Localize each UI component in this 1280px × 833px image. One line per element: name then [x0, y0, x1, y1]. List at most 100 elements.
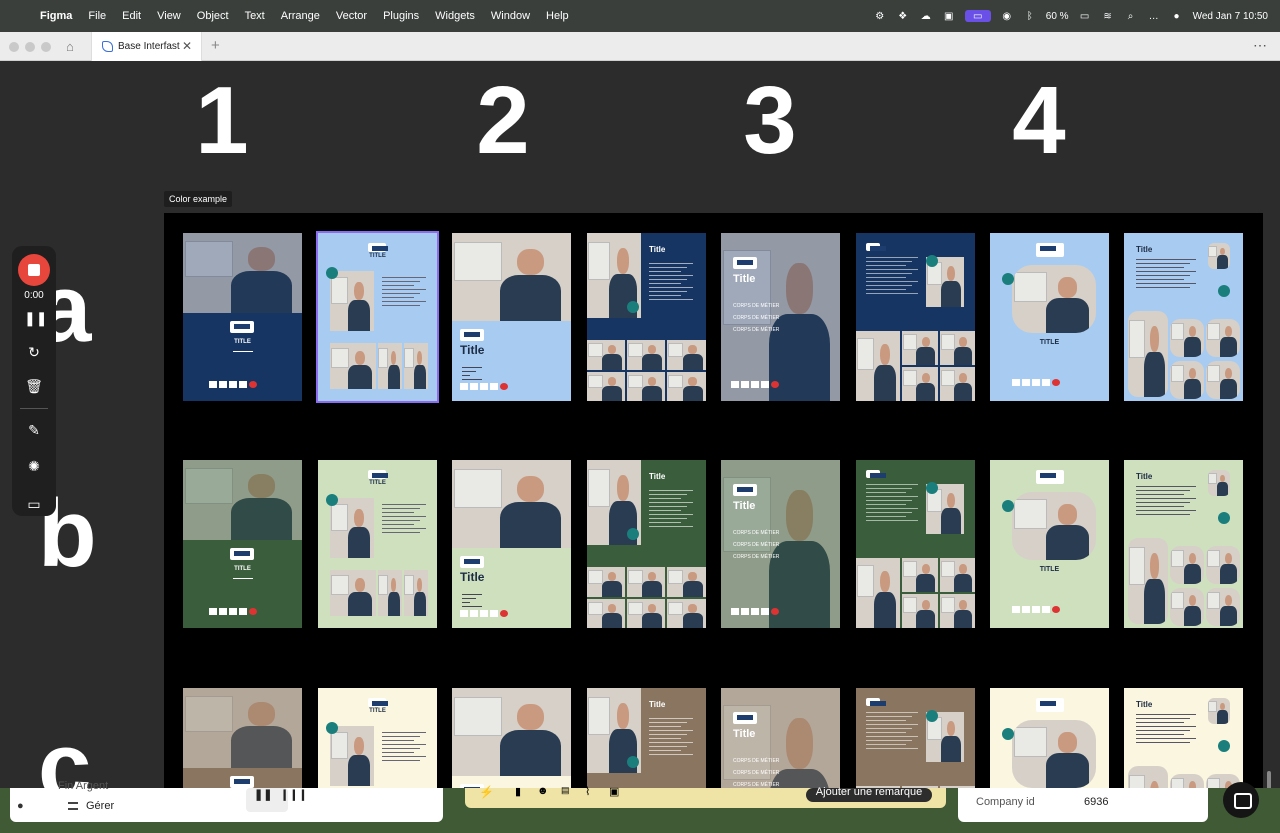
design-card-a-3[interactable]: Title [452, 233, 571, 401]
grid-view-icon[interactable]: ❙❙❙ [280, 788, 308, 801]
menu-help[interactable]: Help [546, 10, 569, 22]
menu-vector[interactable]: Vector [336, 10, 367, 22]
card-title: TITLE [369, 253, 386, 259]
menu-arrange[interactable]: Arrange [281, 10, 320, 22]
chat-icon[interactable] [1223, 782, 1259, 818]
grid-photo-1 [856, 558, 900, 628]
close-tab-icon[interactable]: ✕ [182, 39, 192, 53]
design-card-a-1[interactable]: TITLE [183, 233, 302, 401]
photo-ac-unit [1170, 549, 1185, 567]
design-card-a-4[interactable]: Title [587, 233, 706, 401]
control-center-icon[interactable]: ● [1170, 10, 1184, 22]
home-icon[interactable]: ⌂ [66, 39, 82, 55]
screen-icon[interactable]: ▣ [942, 10, 956, 22]
hero-photo [183, 688, 302, 768]
attach-icon[interactable]: ⌇ [585, 785, 590, 798]
design-card-c-2[interactable]: TITLE [318, 688, 437, 788]
photo-person-body [916, 574, 936, 592]
frame-label[interactable]: Color example [164, 191, 233, 207]
scrollbar-thumb[interactable] [1267, 771, 1271, 788]
screen-recording-icon[interactable]: ▭ [964, 10, 991, 22]
menu-plugins[interactable]: Plugins [383, 10, 419, 22]
design-card-c-5[interactable]: Title CORPS DE MÉTIER CORPS DE MÉTIER CORPS… [721, 688, 840, 788]
photo-person-body [682, 385, 703, 401]
cloud-icon[interactable]: ☁ [919, 10, 933, 22]
design-card-c-6[interactable] [856, 688, 975, 788]
design-card-b-5[interactable]: Title CORPS DE MÉTIER CORPS DE MÉTIER CORPS… [721, 460, 840, 628]
photo-person-head [688, 572, 698, 582]
camera-icon[interactable]: ▭ [24, 494, 44, 514]
bookmark-icon[interactable]: ▮ [515, 785, 521, 798]
color-example-frame[interactable]: TITLE TITLE Title Title Title CORPS DE MÉTIER… [164, 213, 1263, 788]
text-line [382, 289, 426, 290]
design-card-a-7[interactable]: TITLE [990, 233, 1109, 401]
menu-view[interactable]: View [157, 10, 181, 22]
close-window-dot[interactable] [9, 42, 19, 52]
bluetooth-icon[interactable]: ᛒ [1023, 10, 1037, 22]
design-card-a-5[interactable]: Title CORPS DE MÉTIER CORPS DE MÉTIER CORPS… [721, 233, 840, 401]
grid-photo-3 [667, 567, 706, 597]
menu-object[interactable]: Object [197, 10, 229, 22]
gerer-button[interactable]: Gérer [86, 800, 114, 812]
photo-person-body [347, 526, 371, 558]
lightning-icon[interactable]: ⚡ [479, 785, 494, 799]
minimize-window-dot[interactable] [25, 42, 35, 52]
pause-icon[interactable]: ❚❚ [24, 308, 47, 328]
design-card-b-3[interactable]: Title [452, 460, 571, 628]
menu-edit[interactable]: Edit [122, 10, 141, 22]
design-card-b-7[interactable]: TITLE [990, 460, 1109, 628]
menu-file[interactable]: File [88, 10, 106, 22]
pen-icon[interactable]: ✎ [24, 420, 44, 440]
gif-icon[interactable]: ▤ [561, 785, 570, 796]
emoji-icon[interactable]: ☻ [537, 785, 549, 797]
more-options-icon[interactable]: ⋯ [1253, 37, 1268, 54]
user-settings-icon[interactable]: ● [17, 800, 24, 812]
battery-icon[interactable]: ▭ [1078, 10, 1092, 22]
design-card-c-3[interactable]: Title [452, 688, 571, 788]
vertical-scrollbar[interactable] [1266, 121, 1272, 788]
extension-icon[interactable]: ⚙ [873, 10, 887, 22]
assistant-icon[interactable]: ◉ [1000, 10, 1014, 22]
new-tab-plus-icon[interactable]: + [211, 37, 220, 54]
figma-canvas[interactable]: 1 2 3 4 a b c Color example TITLE TITLE Ti… [0, 61, 1280, 788]
ecr-logo [368, 243, 388, 252]
design-card-b-4[interactable]: Title [587, 460, 706, 628]
text-line [1136, 283, 1196, 284]
trash-icon[interactable]: 🗑 [24, 376, 44, 396]
menu-text[interactable]: Text [245, 10, 265, 22]
design-card-a-6[interactable] [856, 233, 975, 401]
image-icon[interactable]: ▣ [609, 785, 619, 798]
photo-person-head [959, 564, 967, 575]
bottom-photo-2 [378, 343, 402, 389]
dropbox-icon[interactable]: ❖ [896, 10, 910, 22]
more-icon[interactable]: … [1147, 10, 1161, 22]
confetti-icon[interactable]: ✺ [24, 456, 44, 476]
design-card-c-1[interactable]: TITLE [183, 688, 302, 788]
design-card-a-8[interactable]: Title [1124, 233, 1243, 401]
design-card-b-1[interactable]: TITLE [183, 460, 302, 628]
partner-logo [219, 381, 227, 388]
maximize-window-dot[interactable] [41, 42, 51, 52]
photo-person-head [647, 377, 657, 386]
add-remark-button[interactable]: Ajouter une remarque [806, 787, 932, 802]
design-card-c-7[interactable]: TITLE [990, 688, 1109, 788]
menu-widgets[interactable]: Widgets [435, 10, 475, 22]
stop-recording-button[interactable] [18, 254, 50, 286]
design-card-b-8[interactable]: Title [1124, 460, 1243, 628]
restart-icon[interactable]: ↻ [24, 342, 44, 362]
design-card-c-8[interactable]: Title [1124, 688, 1243, 788]
wifi-icon[interactable]: ≋ [1101, 10, 1115, 22]
design-card-c-4[interactable]: Title [587, 688, 706, 788]
partner-logo [741, 608, 749, 615]
design-card-b-2[interactable]: TITLE [318, 460, 437, 628]
portrait-photo [330, 498, 374, 558]
menu-app-figma[interactable]: Figma [40, 10, 72, 22]
photo-person-body [1216, 255, 1229, 269]
menu-window[interactable]: Window [491, 10, 530, 22]
design-card-a-2[interactable]: TITLE [316, 231, 439, 403]
tab-base-interfast[interactable]: Base Interfast ✕ [91, 32, 202, 61]
search-icon[interactable]: ⌕ [1124, 10, 1138, 22]
text-line [382, 504, 426, 505]
clock[interactable]: Wed Jan 7 10:50 [1193, 11, 1268, 22]
design-card-b-6[interactable] [856, 460, 975, 628]
